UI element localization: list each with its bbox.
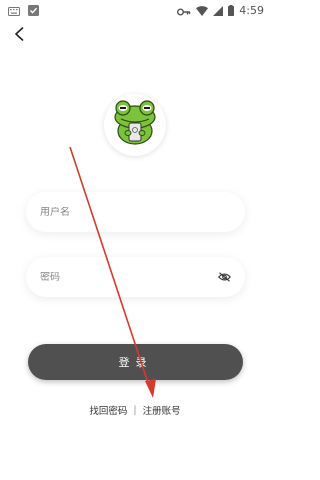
forgot-password-link[interactable]: 找回密码	[89, 403, 127, 417]
eye-off-icon[interactable]	[217, 270, 231, 284]
frog-mascot-icon	[107, 95, 163, 155]
status-right: 4:59	[177, 1, 264, 20]
account-links: 找回密码 | 注册账号	[0, 403, 270, 418]
username-field[interactable]	[26, 192, 245, 232]
back-button[interactable]	[8, 24, 30, 46]
key-icon	[177, 1, 191, 20]
link-separator: |	[133, 404, 137, 416]
register-link[interactable]: 注册账号	[143, 403, 181, 417]
shield-check-icon	[28, 1, 39, 20]
wifi-icon	[196, 1, 209, 20]
username-input[interactable]	[40, 206, 231, 218]
chevron-left-icon	[14, 26, 24, 45]
login-button[interactable]: 登录	[28, 344, 243, 380]
status-bar: 4:59	[0, 0, 270, 20]
battery-icon	[228, 1, 235, 20]
password-field[interactable]	[26, 257, 245, 297]
keyboard-icon	[8, 1, 20, 20]
status-time: 4:59	[239, 3, 264, 17]
status-left	[8, 1, 39, 20]
app-logo	[104, 94, 166, 156]
password-input[interactable]	[40, 271, 217, 283]
signal-icon	[213, 1, 224, 20]
